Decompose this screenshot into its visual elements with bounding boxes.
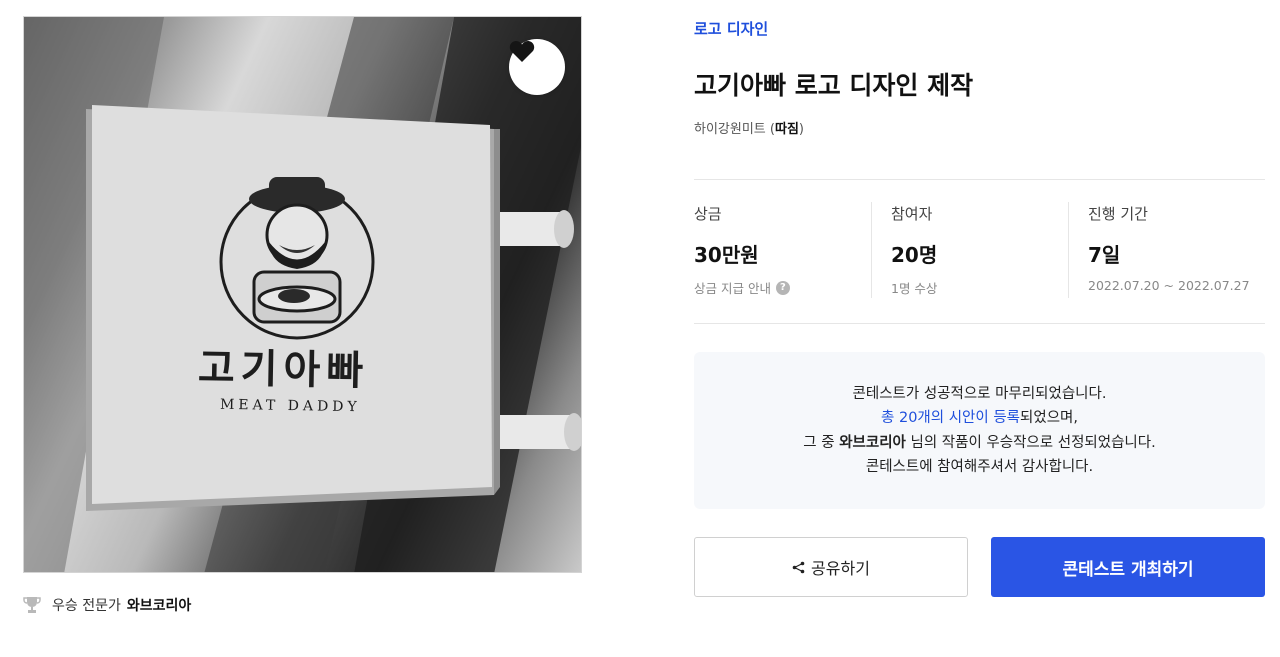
- share-button[interactable]: 공유하기: [694, 537, 968, 597]
- host-info: 하이강원미트 (따짐): [694, 118, 804, 137]
- stat-period-label: 진행 기간: [1088, 205, 1148, 223]
- contest-title: 고기아빠 로고 디자인 제작: [694, 71, 974, 100]
- stat-participants-value: 20명: [891, 243, 938, 267]
- favorite-button[interactable]: [509, 39, 565, 95]
- share-button-label: 공유하기: [811, 559, 870, 578]
- result-line-1: 콘테스트가 성공적으로 마무리되었습니다.: [852, 385, 1107, 402]
- result-line-3: 그 중 와브코리아 님의 작품이 우승작으로 선정되었습니다.: [803, 431, 1155, 456]
- open-contest-button[interactable]: 콘테스트 개최하기: [991, 537, 1265, 597]
- contest-category[interactable]: 로고 디자인: [694, 18, 768, 39]
- submissions-link[interactable]: 총 20개의 시안이 등록: [881, 410, 1020, 426]
- stat-prize-label: 상금: [694, 205, 722, 223]
- result-line-2: 총 20개의 시안이 등록되었으며,: [881, 406, 1078, 431]
- prize-payment-info-label: 상금 지급 안내: [694, 281, 771, 296]
- result-winner-name: 와브코리아: [839, 434, 906, 451]
- winner-info: 우승 전문가 와브코리아: [23, 594, 191, 616]
- stat-period: 진행 기간 7일 2022.07.20 ~ 2022.07.27: [1068, 180, 1265, 323]
- contest-winning-image[interactable]: 고기아빠 MEAT DADDY: [23, 16, 582, 573]
- result-line-3-post: 님의 작품이 우승작으로 선정되었습니다.: [905, 434, 1156, 451]
- stat-prize: 상금 30만원 상금 지급 안내 ?: [694, 180, 871, 323]
- stat-participants-sub: 1명 수상: [891, 281, 938, 296]
- help-icon[interactable]: ?: [775, 280, 790, 295]
- open-contest-button-label: 콘테스트 개최하기: [1062, 559, 1194, 580]
- heart-icon: [509, 40, 535, 62]
- sign-subtitle: MEAT DADDY: [219, 396, 361, 416]
- stat-participants-label: 참여자: [891, 205, 933, 223]
- trophy-icon: [23, 597, 41, 613]
- result-line-4: 콘테스트에 참여해주셔서 감사합니다.: [865, 459, 1094, 475]
- contest-result-notice: 콘테스트가 성공적으로 마무리되었습니다. 총 20개의 시안이 등록되었으며,…: [694, 352, 1265, 509]
- stat-prize-value: 30만원: [694, 243, 759, 267]
- share-icon: [792, 561, 805, 573]
- contest-stats: 상금 30만원 상금 지급 안내 ? 참여자 20명 1명 수상 진행 기간 7…: [694, 179, 1265, 324]
- host-name: 하이강원미트: [694, 122, 766, 137]
- winner-name[interactable]: 와브코리아: [127, 595, 191, 615]
- stat-period-value: 7일: [1088, 243, 1121, 267]
- host-badge: 따짐: [774, 122, 799, 137]
- sign-title: 고기아빠: [197, 344, 370, 395]
- winner-label: 우승 전문가: [52, 598, 121, 614]
- host-paren-close: ): [798, 122, 804, 137]
- prize-payment-info[interactable]: 상금 지급 안내 ?: [694, 278, 871, 297]
- signboard-mockup-graphic: [24, 17, 581, 572]
- result-line-2-rest: 되었으며,: [1020, 410, 1078, 426]
- result-line-3-pre: 그 중: [803, 434, 840, 451]
- stat-period-dates: 2022.07.20 ~ 2022.07.27: [1088, 278, 1250, 293]
- stat-participants: 참여자 20명 1명 수상: [871, 180, 1068, 323]
